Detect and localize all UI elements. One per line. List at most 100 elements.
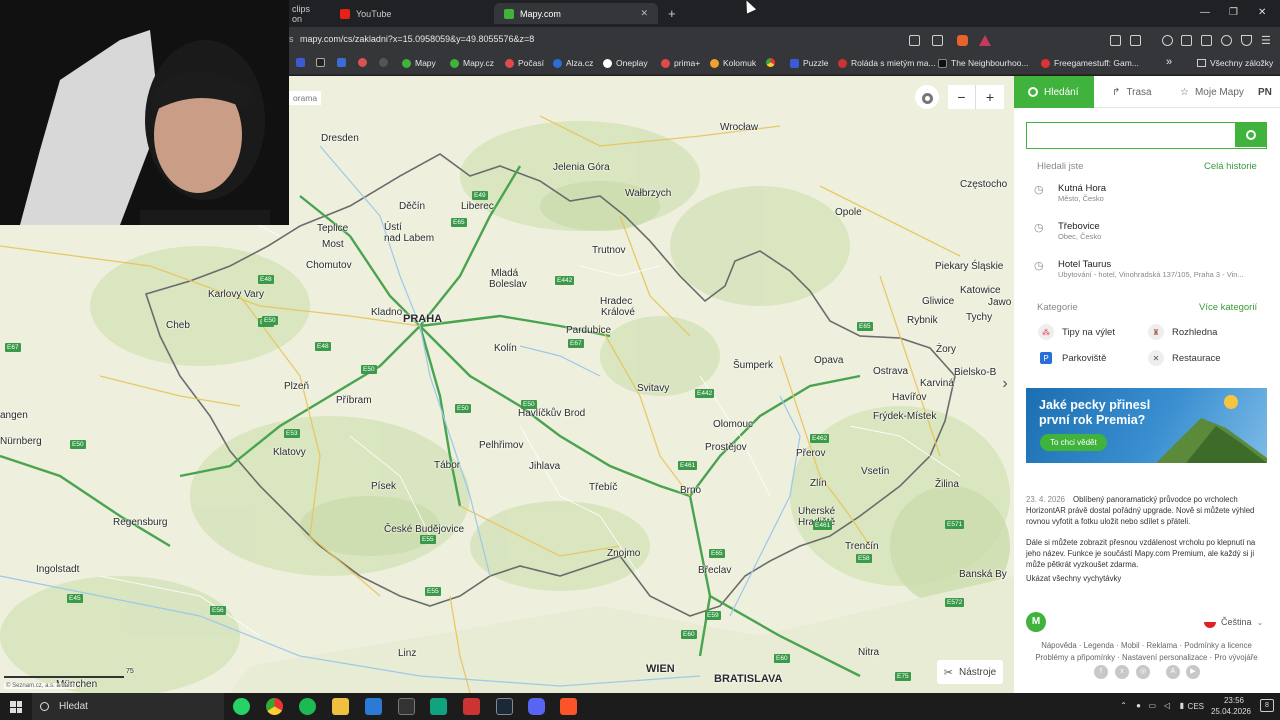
history-link[interactable]: Celá historie bbox=[1204, 161, 1257, 172]
bookmark-mapycz[interactable]: Mapy.cz bbox=[450, 58, 494, 68]
leo-icon[interactable] bbox=[1221, 35, 1232, 46]
address-prefix: s bbox=[289, 34, 294, 44]
bookmark-puzzle[interactable]: Puzzle bbox=[790, 58, 829, 68]
bookmark-icon-1[interactable] bbox=[296, 58, 305, 67]
zoom-in-button[interactable]: + bbox=[976, 85, 1004, 109]
category-lookout[interactable]: ♜ Rozhledna bbox=[1148, 324, 1217, 340]
brave-rewards-icon[interactable] bbox=[979, 35, 991, 46]
chatgpt-icon[interactable] bbox=[430, 698, 447, 715]
search-input[interactable] bbox=[1027, 123, 1232, 147]
expand-panel-arrow[interactable]: › bbox=[997, 374, 1013, 396]
google-play-icon[interactable]: ▶ bbox=[1186, 665, 1200, 679]
tab-my-maps[interactable]: ☆ Moje Mapy bbox=[1166, 76, 1258, 108]
battery-icon[interactable]: ▮ bbox=[1180, 701, 1184, 710]
premium-promo-banner[interactable]: Jaké pecky přinesl první rok Premia? To … bbox=[1026, 388, 1267, 463]
x-icon[interactable]: x bbox=[1115, 665, 1129, 679]
zoom-out-button[interactable]: − bbox=[948, 85, 976, 109]
promo-button[interactable]: To chci vědět bbox=[1040, 434, 1107, 451]
bookmark-kolomuk[interactable]: Kolomuk bbox=[710, 58, 756, 68]
place-prostejov: Prostějov bbox=[705, 442, 747, 453]
category-trips[interactable]: ⁂ Tipy na výlet bbox=[1038, 324, 1115, 340]
bookmark-icon-4[interactable] bbox=[358, 58, 367, 67]
road-shield: E49 bbox=[472, 191, 488, 200]
bookmark-neighbourhood[interactable]: The Neighbourhoo... bbox=[938, 58, 1029, 68]
spotify-icon[interactable] bbox=[299, 698, 316, 715]
bookmark-freegamestuff[interactable]: Freegamestuff: Gam... bbox=[1041, 58, 1139, 68]
brave-shield-icon[interactable] bbox=[957, 35, 968, 46]
bookmark-mapy[interactable]: Mapy bbox=[402, 58, 436, 68]
tab-mapy[interactable]: Mapy.com ✕ bbox=[494, 3, 658, 24]
vscode-icon[interactable] bbox=[365, 698, 382, 715]
history-item[interactable]: ◷ Hotel Taurus Ubytování - hotel, Vinohr… bbox=[1034, 259, 1264, 287]
clock-time[interactable]: 23:56 bbox=[1224, 696, 1244, 705]
music-icon[interactable] bbox=[1162, 35, 1173, 46]
tab-search[interactable]: Hledání bbox=[1014, 76, 1094, 108]
whatsapp-icon[interactable] bbox=[233, 698, 250, 715]
bookmark-label: The Neighbourhoo... bbox=[951, 58, 1029, 68]
tab-youtube[interactable]: YouTube bbox=[330, 3, 490, 24]
language-selector[interactable]: Čeština ⌄ bbox=[1204, 616, 1263, 628]
mic-icon[interactable]: ● bbox=[1136, 701, 1141, 710]
all-bookmarks-button[interactable]: Všechny záložky bbox=[1197, 58, 1273, 68]
locate-me-button[interactable] bbox=[915, 85, 939, 109]
categories-link[interactable]: Více kategorií bbox=[1199, 302, 1257, 313]
bookmark-oneplay[interactable]: Oneplay bbox=[603, 58, 648, 68]
tray-overflow-icon[interactable]: ⌃ bbox=[1120, 701, 1127, 710]
minimize-icon[interactable]: — bbox=[1200, 7, 1210, 18]
steam-icon[interactable] bbox=[496, 698, 513, 715]
bookmark-icon-5[interactable] bbox=[379, 58, 388, 67]
facebook-icon[interactable]: f bbox=[1094, 665, 1108, 679]
bookmarks-overflow-icon[interactable]: » bbox=[1166, 56, 1172, 68]
news-link[interactable]: Ukázat všechny vychytávky bbox=[1026, 573, 1262, 584]
brave-icon[interactable] bbox=[560, 698, 577, 715]
screenshot-icon[interactable] bbox=[1130, 35, 1141, 46]
search-submit-button[interactable] bbox=[1235, 123, 1266, 147]
notification-center-icon[interactable]: 8 bbox=[1260, 699, 1274, 712]
menu-icon[interactable]: ☰ bbox=[1261, 34, 1271, 47]
close-window-icon[interactable]: ✕ bbox=[1258, 7, 1266, 18]
cast-icon[interactable] bbox=[909, 35, 920, 46]
restore-icon[interactable]: ❐ bbox=[1229, 7, 1238, 18]
discord-icon[interactable] bbox=[528, 698, 545, 715]
chrome-icon[interactable] bbox=[266, 698, 283, 715]
extensions-icon[interactable] bbox=[1110, 35, 1121, 46]
sidebar-icon[interactable] bbox=[1181, 35, 1192, 46]
network-icon[interactable]: ▭ bbox=[1148, 701, 1156, 710]
bookmark-chrome[interactable] bbox=[766, 58, 775, 67]
tools-button[interactable]: ✂ Nástroje bbox=[937, 660, 1003, 684]
instagram-icon[interactable]: ◎ bbox=[1136, 665, 1150, 679]
tab-route[interactable]: ↱ Trasa bbox=[1098, 76, 1166, 108]
taskbar-search[interactable]: Hledat bbox=[32, 693, 224, 720]
category-label: Parkoviště bbox=[1062, 352, 1107, 364]
category-restaurant[interactable]: ✕ Restaurace bbox=[1148, 350, 1221, 366]
wallet-icon[interactable] bbox=[1201, 35, 1212, 46]
history-item[interactable]: ◷ Kutná Hora Město, Česko bbox=[1034, 183, 1264, 211]
new-tab-button[interactable]: + bbox=[658, 3, 686, 24]
bookmark-alza[interactable]: Alza.cz bbox=[553, 58, 593, 68]
history-item[interactable]: ◷ Třebovice Obec, Česko bbox=[1034, 221, 1264, 249]
github-icon[interactable] bbox=[398, 698, 415, 715]
url-field[interactable]: mapy.com/cs/zakladni?x=15.0958059&y=49.8… bbox=[300, 34, 534, 44]
language-indicator[interactable]: CES bbox=[1188, 702, 1204, 711]
footer-links-1[interactable]: Nápověda · Legenda · Mobil · Reklama · P… bbox=[1026, 641, 1267, 650]
windows-start-icon[interactable] bbox=[10, 701, 22, 713]
panorama-button[interactable]: orama bbox=[289, 91, 322, 105]
volume-icon[interactable]: ◁ bbox=[1164, 701, 1170, 710]
clock-date[interactable]: 25.04.2026 bbox=[1211, 707, 1251, 716]
bookmark-prima[interactable]: prima+ bbox=[661, 58, 700, 68]
share-icon[interactable] bbox=[932, 35, 943, 46]
app-icon[interactable] bbox=[463, 698, 480, 715]
category-parking[interactable]: P Parkoviště bbox=[1038, 350, 1106, 366]
news-item-2: Dále si můžete zobrazit přesnou vzdáleno… bbox=[1026, 537, 1262, 570]
bookmark-rolada[interactable]: Roláda s mietým ma... bbox=[838, 58, 936, 68]
file-explorer-icon[interactable] bbox=[332, 698, 349, 715]
close-tab-icon[interactable]: ✕ bbox=[640, 8, 648, 19]
bookmark-icon-2[interactable] bbox=[316, 58, 325, 67]
map-attribution[interactable]: © Seznam.cz, a.s. a další bbox=[4, 683, 77, 689]
user-avatar[interactable]: PN bbox=[1252, 76, 1278, 108]
bookmark-pocasi[interactable]: Počasí bbox=[505, 58, 544, 68]
bookmark-icon-3[interactable] bbox=[337, 58, 346, 67]
vpn-icon[interactable] bbox=[1241, 35, 1252, 46]
app-store-icon[interactable]: A bbox=[1166, 665, 1180, 679]
footer-links-2[interactable]: Problémy a připomínky · Nastavení person… bbox=[1026, 653, 1267, 662]
